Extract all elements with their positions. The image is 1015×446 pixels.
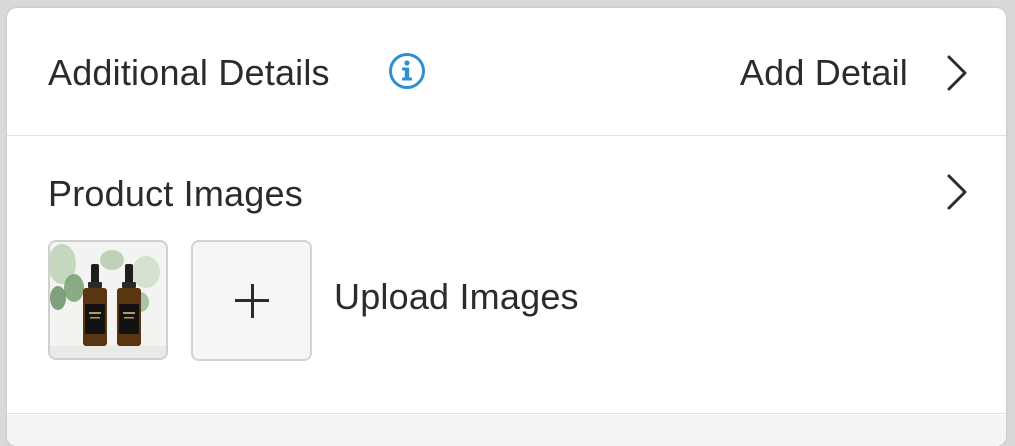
product-details-card: Additional Details Add Detail Product Im…: [7, 8, 1006, 446]
upload-images-label[interactable]: Upload Images: [334, 276, 579, 318]
info-icon[interactable]: [388, 52, 426, 90]
product-image-thumbnail[interactable]: [48, 240, 168, 360]
additional-details-title: Additional Details: [48, 52, 330, 93]
product-images-title: Product Images: [48, 173, 303, 214]
upload-images-button[interactable]: [191, 240, 312, 361]
additional-details-row[interactable]: Additional Details Add Detail: [7, 8, 1006, 136]
next-section-strip: [7, 415, 1006, 446]
chevron-right-icon[interactable]: [944, 172, 970, 212]
product-images-row: Product Images Upload Images: [7, 136, 1006, 414]
chevron-right-icon[interactable]: [944, 53, 970, 93]
add-detail-link[interactable]: Add Detail: [740, 52, 908, 94]
